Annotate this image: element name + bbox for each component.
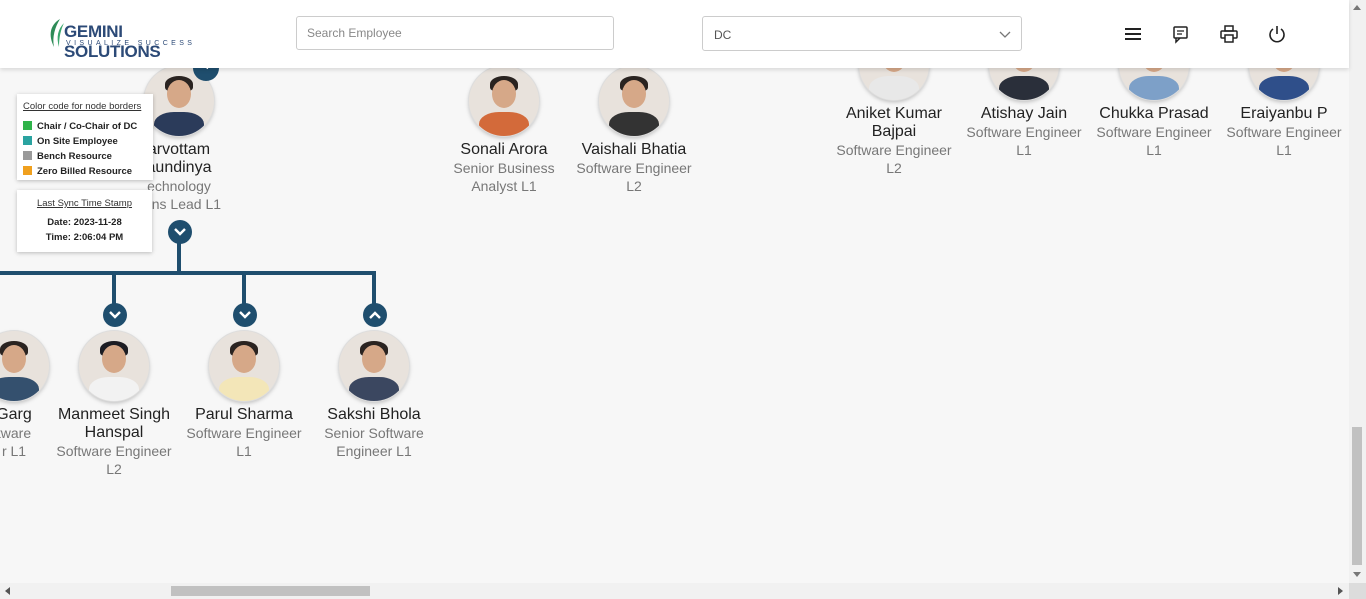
legend-swatch bbox=[23, 151, 32, 160]
avatar bbox=[339, 331, 409, 401]
org-node[interactable]: Sakshi Bhola Senior Software Engineer L1 bbox=[309, 331, 439, 460]
node-name: Aniket Kumar Bajpai bbox=[845, 105, 943, 140]
avatar bbox=[79, 331, 149, 401]
node-role: Software Engineer L2 bbox=[576, 160, 692, 194]
logo-tagline: VISUALIZE SUCCESS bbox=[66, 40, 196, 47]
node-name: Manmeet Singh Hanspal bbox=[57, 406, 171, 441]
legend-swatch bbox=[23, 121, 32, 130]
avatar bbox=[209, 331, 279, 401]
collapse-toggle-button[interactable] bbox=[363, 303, 387, 327]
node-name: Atishay Jain bbox=[980, 105, 1068, 122]
org-node[interactable]: Vaishali Bhatia Software Engineer L2 bbox=[569, 66, 699, 195]
avatar bbox=[469, 66, 539, 136]
connector-line bbox=[372, 271, 376, 305]
node-name: Parul Sharma bbox=[195, 406, 293, 423]
expand-toggle-button[interactable] bbox=[103, 303, 127, 327]
connector-line bbox=[242, 271, 246, 305]
dc-select-value: DC bbox=[714, 28, 732, 42]
legend-item: On Site Employee bbox=[23, 136, 118, 147]
vertical-scroll-thumb[interactable] bbox=[1352, 427, 1362, 565]
app-header: GEMINI SOLUTIONS VISUALIZE SUCCESS DC bbox=[0, 0, 1349, 68]
scrollbar-corner bbox=[1349, 583, 1366, 599]
legend-item: Zero Billed Resource bbox=[23, 166, 132, 177]
node-name: Eraiyanbu P bbox=[1240, 105, 1328, 122]
horizontal-scrollbar[interactable] bbox=[0, 583, 1349, 599]
print-icon[interactable] bbox=[1219, 24, 1239, 44]
horizontal-scroll-thumb[interactable] bbox=[171, 586, 370, 596]
chevron-down-icon bbox=[174, 228, 186, 236]
org-node[interactable]: Parul Sharma Software Engineer L1 bbox=[179, 331, 309, 460]
vertical-scrollbar[interactable] bbox=[1349, 0, 1366, 583]
node-name: Sonali Arora bbox=[460, 141, 548, 158]
chevron-down-icon bbox=[239, 311, 251, 319]
sync-title: Last Sync Time Stamp bbox=[36, 198, 133, 209]
chevron-down-icon bbox=[109, 311, 121, 319]
scroll-right-icon[interactable] bbox=[1338, 587, 1344, 595]
node-role: Senior Business Analyst L1 bbox=[453, 160, 555, 194]
avatar bbox=[0, 331, 49, 401]
collapse-toggle-button[interactable] bbox=[168, 220, 192, 244]
expand-toggle-button[interactable] bbox=[233, 303, 257, 327]
legend-item: Chair / Co-Chair of DC bbox=[23, 121, 137, 132]
last-sync-box: Last Sync Time Stamp Date: 2023-11-28 Ti… bbox=[17, 190, 152, 252]
node-name: Chukka Prasad bbox=[1099, 105, 1209, 122]
legend-item: Bench Resource bbox=[23, 151, 112, 162]
chevron-up-icon bbox=[369, 311, 381, 319]
chevron-down-icon bbox=[999, 31, 1011, 38]
sync-date: Date: 2023-11-28 bbox=[47, 217, 122, 228]
connector-line bbox=[177, 243, 181, 272]
node-role: Software Engineer L1 bbox=[1226, 124, 1342, 158]
power-icon[interactable] bbox=[1267, 24, 1287, 44]
node-role: Software Engineer L1 bbox=[966, 124, 1082, 158]
avatar bbox=[599, 66, 669, 136]
node-role: Senior Software Engineer L1 bbox=[324, 425, 424, 459]
node-role: Software Engineer L1 bbox=[1096, 124, 1212, 158]
dc-select[interactable]: DC bbox=[702, 16, 1022, 51]
legend-swatch bbox=[23, 166, 32, 175]
org-node[interactable]: Manmeet Singh Hanspal Software Engineer L2 bbox=[49, 331, 179, 478]
menu-icon[interactable] bbox=[1123, 24, 1143, 44]
scroll-up-icon[interactable] bbox=[1353, 4, 1361, 10]
scroll-down-icon[interactable] bbox=[1353, 572, 1361, 578]
legend-swatch bbox=[23, 136, 32, 145]
org-node[interactable]: Sonali Arora Senior Business Analyst L1 bbox=[439, 66, 569, 195]
node-name: Vaishali Bhatia bbox=[581, 141, 687, 158]
node-border-legend: Color code for node borders Chair / Co-C… bbox=[17, 94, 153, 180]
connector-line bbox=[0, 271, 376, 275]
sync-time: Time: 2:06:04 PM bbox=[45, 232, 124, 243]
node-name: Sakshi Bhola bbox=[327, 406, 421, 423]
connector-line bbox=[112, 271, 116, 305]
search-employee-input[interactable] bbox=[296, 16, 614, 50]
legend-title: Color code for node borders bbox=[23, 101, 142, 112]
company-logo[interactable]: GEMINI SOLUTIONS VISUALIZE SUCCESS bbox=[46, 17, 216, 61]
node-role: Software Engineer L1 bbox=[186, 425, 302, 459]
node-role: Software Engineer L2 bbox=[56, 443, 172, 477]
logo-leaf-icon bbox=[50, 19, 64, 47]
feedback-icon[interactable] bbox=[1171, 24, 1191, 44]
node-role: Software Engineer L2 bbox=[836, 142, 952, 176]
scroll-left-icon[interactable] bbox=[4, 587, 10, 595]
